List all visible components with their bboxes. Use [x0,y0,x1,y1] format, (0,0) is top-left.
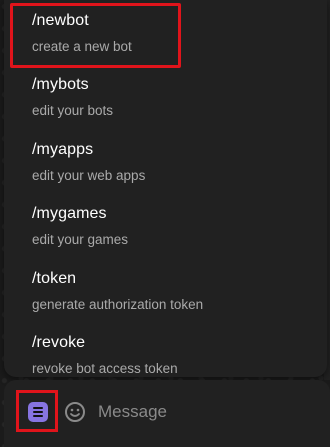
smiley-icon[interactable] [64,401,86,423]
command-description: revoke bot access token [32,361,178,376]
command-item-mybots[interactable]: /mybots edit your bots [4,64,327,128]
bot-menu-button[interactable] [28,402,48,422]
command-item-myapps[interactable]: /myapps edit your web apps [4,129,327,193]
command-item-mygames[interactable]: /mygames edit your games [4,193,327,257]
highlight-annotation [16,390,58,432]
command-description: edit your games [32,232,129,247]
command-description: edit your bots [32,103,114,118]
command-item-token[interactable]: /token generate authorization token [4,258,327,322]
command-name: /mygames [32,205,107,222]
command-description: edit your web apps [32,168,146,183]
highlight-annotation [10,3,181,68]
command-name: /revoke [32,334,86,351]
command-name: /mybots [32,76,89,93]
message-input[interactable] [98,399,308,425]
message-composer [4,380,330,447]
command-description: generate authorization token [32,297,204,312]
command-item-revoke[interactable]: /revoke revoke bot access token [4,322,327,377]
command-name: /myapps [32,141,94,158]
command-name: /token [32,270,77,287]
bot-menu-icon [33,407,43,409]
